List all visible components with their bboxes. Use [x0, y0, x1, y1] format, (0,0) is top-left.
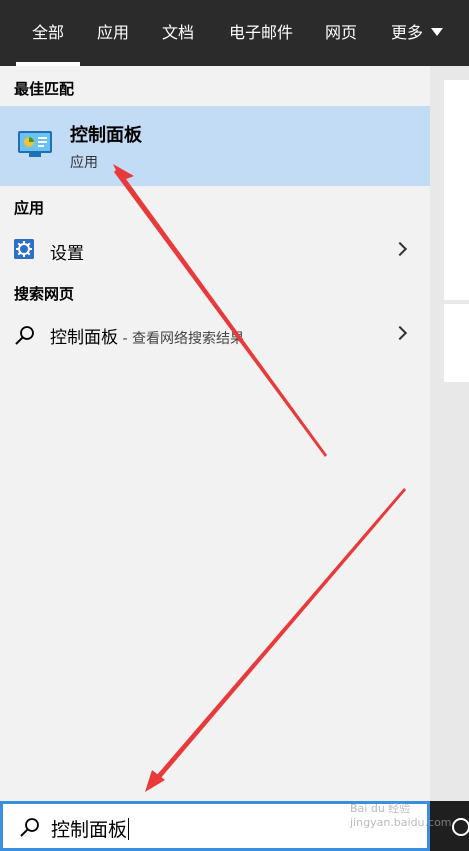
- app-item-settings[interactable]: 设置: [0, 231, 430, 271]
- web-item-label: 控制面板 - 查看网络搜索结果: [50, 323, 244, 348]
- best-match-subtitle: 应用: [70, 155, 98, 171]
- section-title-web-search: 搜索网页: [14, 285, 75, 303]
- search-icon: [15, 326, 34, 345]
- web-item-control-panel[interactable]: 控制面板 - 查看网络搜索结果: [0, 315, 430, 355]
- preview-card: [444, 304, 469, 382]
- tab-apps[interactable]: 应用: [88, 0, 138, 66]
- annotation-arrow: [114, 168, 327, 457]
- search-input-value: 控制面板: [51, 819, 128, 841]
- tab-documents[interactable]: 文档: [152, 0, 204, 66]
- annotation-arrow-head: [145, 770, 165, 792]
- preview-card: [444, 80, 469, 300]
- watermark: Bai du 经验 jingyan.baidu.com: [350, 802, 452, 829]
- chevron-right-icon[interactable]: [392, 325, 408, 341]
- web-item-hint: - 查看网络搜索结果: [118, 331, 244, 347]
- tab-web[interactable]: 网页: [316, 0, 366, 66]
- web-item-query: 控制面板: [50, 328, 118, 348]
- app-item-label: 设置: [50, 244, 84, 264]
- chevron-down-icon[interactable]: [431, 28, 443, 36]
- tab-email[interactable]: 电子邮件: [222, 0, 300, 66]
- tab-all[interactable]: 全部: [16, 0, 80, 66]
- best-match-item[interactable]: [0, 106, 430, 186]
- search-icon: [20, 818, 39, 837]
- filter-tab-bar: 全部 应用 文档 电子邮件 网页 更多: [0, 0, 469, 66]
- control-panel-icon: [18, 131, 52, 157]
- tab-more[interactable]: 更多: [382, 0, 432, 66]
- best-match-title: 控制面板: [70, 125, 142, 146]
- search-input[interactable]: 控制面板: [51, 815, 130, 842]
- gear-icon: [14, 239, 34, 259]
- section-title-apps: 应用: [14, 199, 45, 217]
- section-title-best-match: 最佳匹配: [14, 80, 75, 98]
- chevron-right-icon[interactable]: [392, 241, 408, 257]
- text-caret: [128, 818, 130, 840]
- annotation-arrow: [150, 488, 406, 786]
